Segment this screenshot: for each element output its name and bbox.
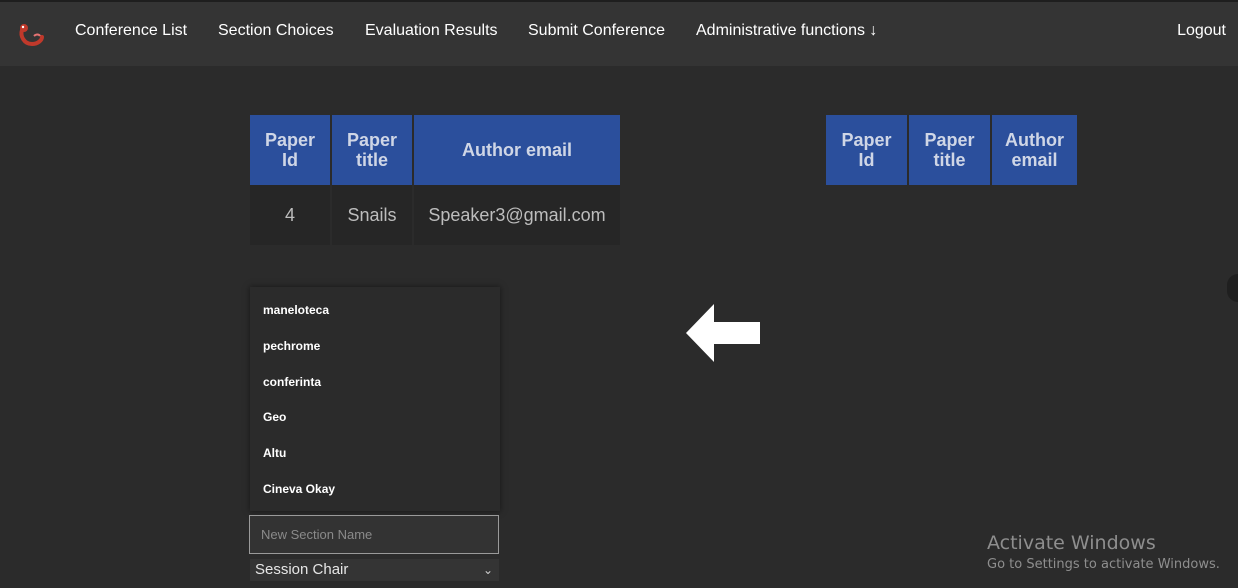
section-item[interactable]: conferinta — [250, 365, 500, 401]
section-list: maneloteca pechrome conferinta Geo Altu … — [250, 287, 500, 511]
section-item[interactable]: Cineva Okay — [250, 472, 500, 508]
header-paper-title: Paper title — [331, 115, 414, 185]
header-label: Paper title — [346, 130, 398, 170]
session-select-value: Session Chair — [255, 561, 349, 578]
table-row[interactable]: 4 Snails Speaker3@gmail.com — [250, 185, 620, 245]
header-label: Paper Id — [841, 130, 892, 170]
chevron-down-icon: ⌄ — [482, 563, 493, 577]
section-item[interactable]: Altu — [250, 436, 500, 472]
section-item[interactable]: Geo — [250, 400, 500, 436]
header-label: Paper Id — [264, 130, 316, 170]
papers-table-left: Paper Id Paper title Author email 4 Snai… — [250, 115, 620, 245]
header-paper-id: Paper Id — [250, 115, 332, 185]
header-author-email: Author email — [413, 115, 620, 185]
scroll-handle[interactable] — [1227, 274, 1238, 302]
logout-link[interactable]: Logout — [1177, 22, 1226, 40]
cell-paper-id: 4 — [250, 185, 332, 245]
nav-conference-list[interactable]: Conference List — [75, 22, 187, 40]
section-item[interactable]: pechrome — [250, 329, 500, 365]
cell-paper-title: Snails — [331, 185, 414, 245]
header-paper-title: Paper title — [908, 115, 992, 185]
nav-evaluation-results[interactable]: Evaluation Results — [365, 22, 498, 40]
navbar: Conference List Section Choices Evaluati… — [0, 0, 1238, 66]
nav-submit-conference[interactable]: Submit Conference — [528, 22, 665, 40]
arrow-left-icon[interactable] — [686, 304, 760, 362]
page: Conference List Section Choices Evaluati… — [0, 0, 1238, 588]
header-paper-id: Paper Id — [826, 115, 909, 185]
header-author-email: Author email — [991, 115, 1077, 185]
papers-table-right: Paper Id Paper title Author email — [826, 115, 1077, 185]
activate-windows-title: Activate Windows — [987, 532, 1156, 554]
header-label: Paper title — [924, 130, 975, 170]
header-label: Author email — [1005, 130, 1064, 170]
activate-windows-subtitle: Go to Settings to activate Windows. — [987, 557, 1220, 572]
nav-section-choices[interactable]: Section Choices — [218, 22, 334, 40]
section-item[interactable]: maneloteca — [250, 293, 500, 329]
session-role-select[interactable]: Session Chair ⌄ — [250, 559, 499, 581]
worm-logo-icon[interactable] — [16, 20, 46, 50]
nav-administrative-functions[interactable]: Administrative functions ↓ — [696, 22, 877, 40]
header-label: Author email — [461, 140, 572, 160]
cell-author-email: Speaker3@gmail.com — [413, 185, 620, 245]
new-section-name-input[interactable] — [249, 515, 499, 554]
